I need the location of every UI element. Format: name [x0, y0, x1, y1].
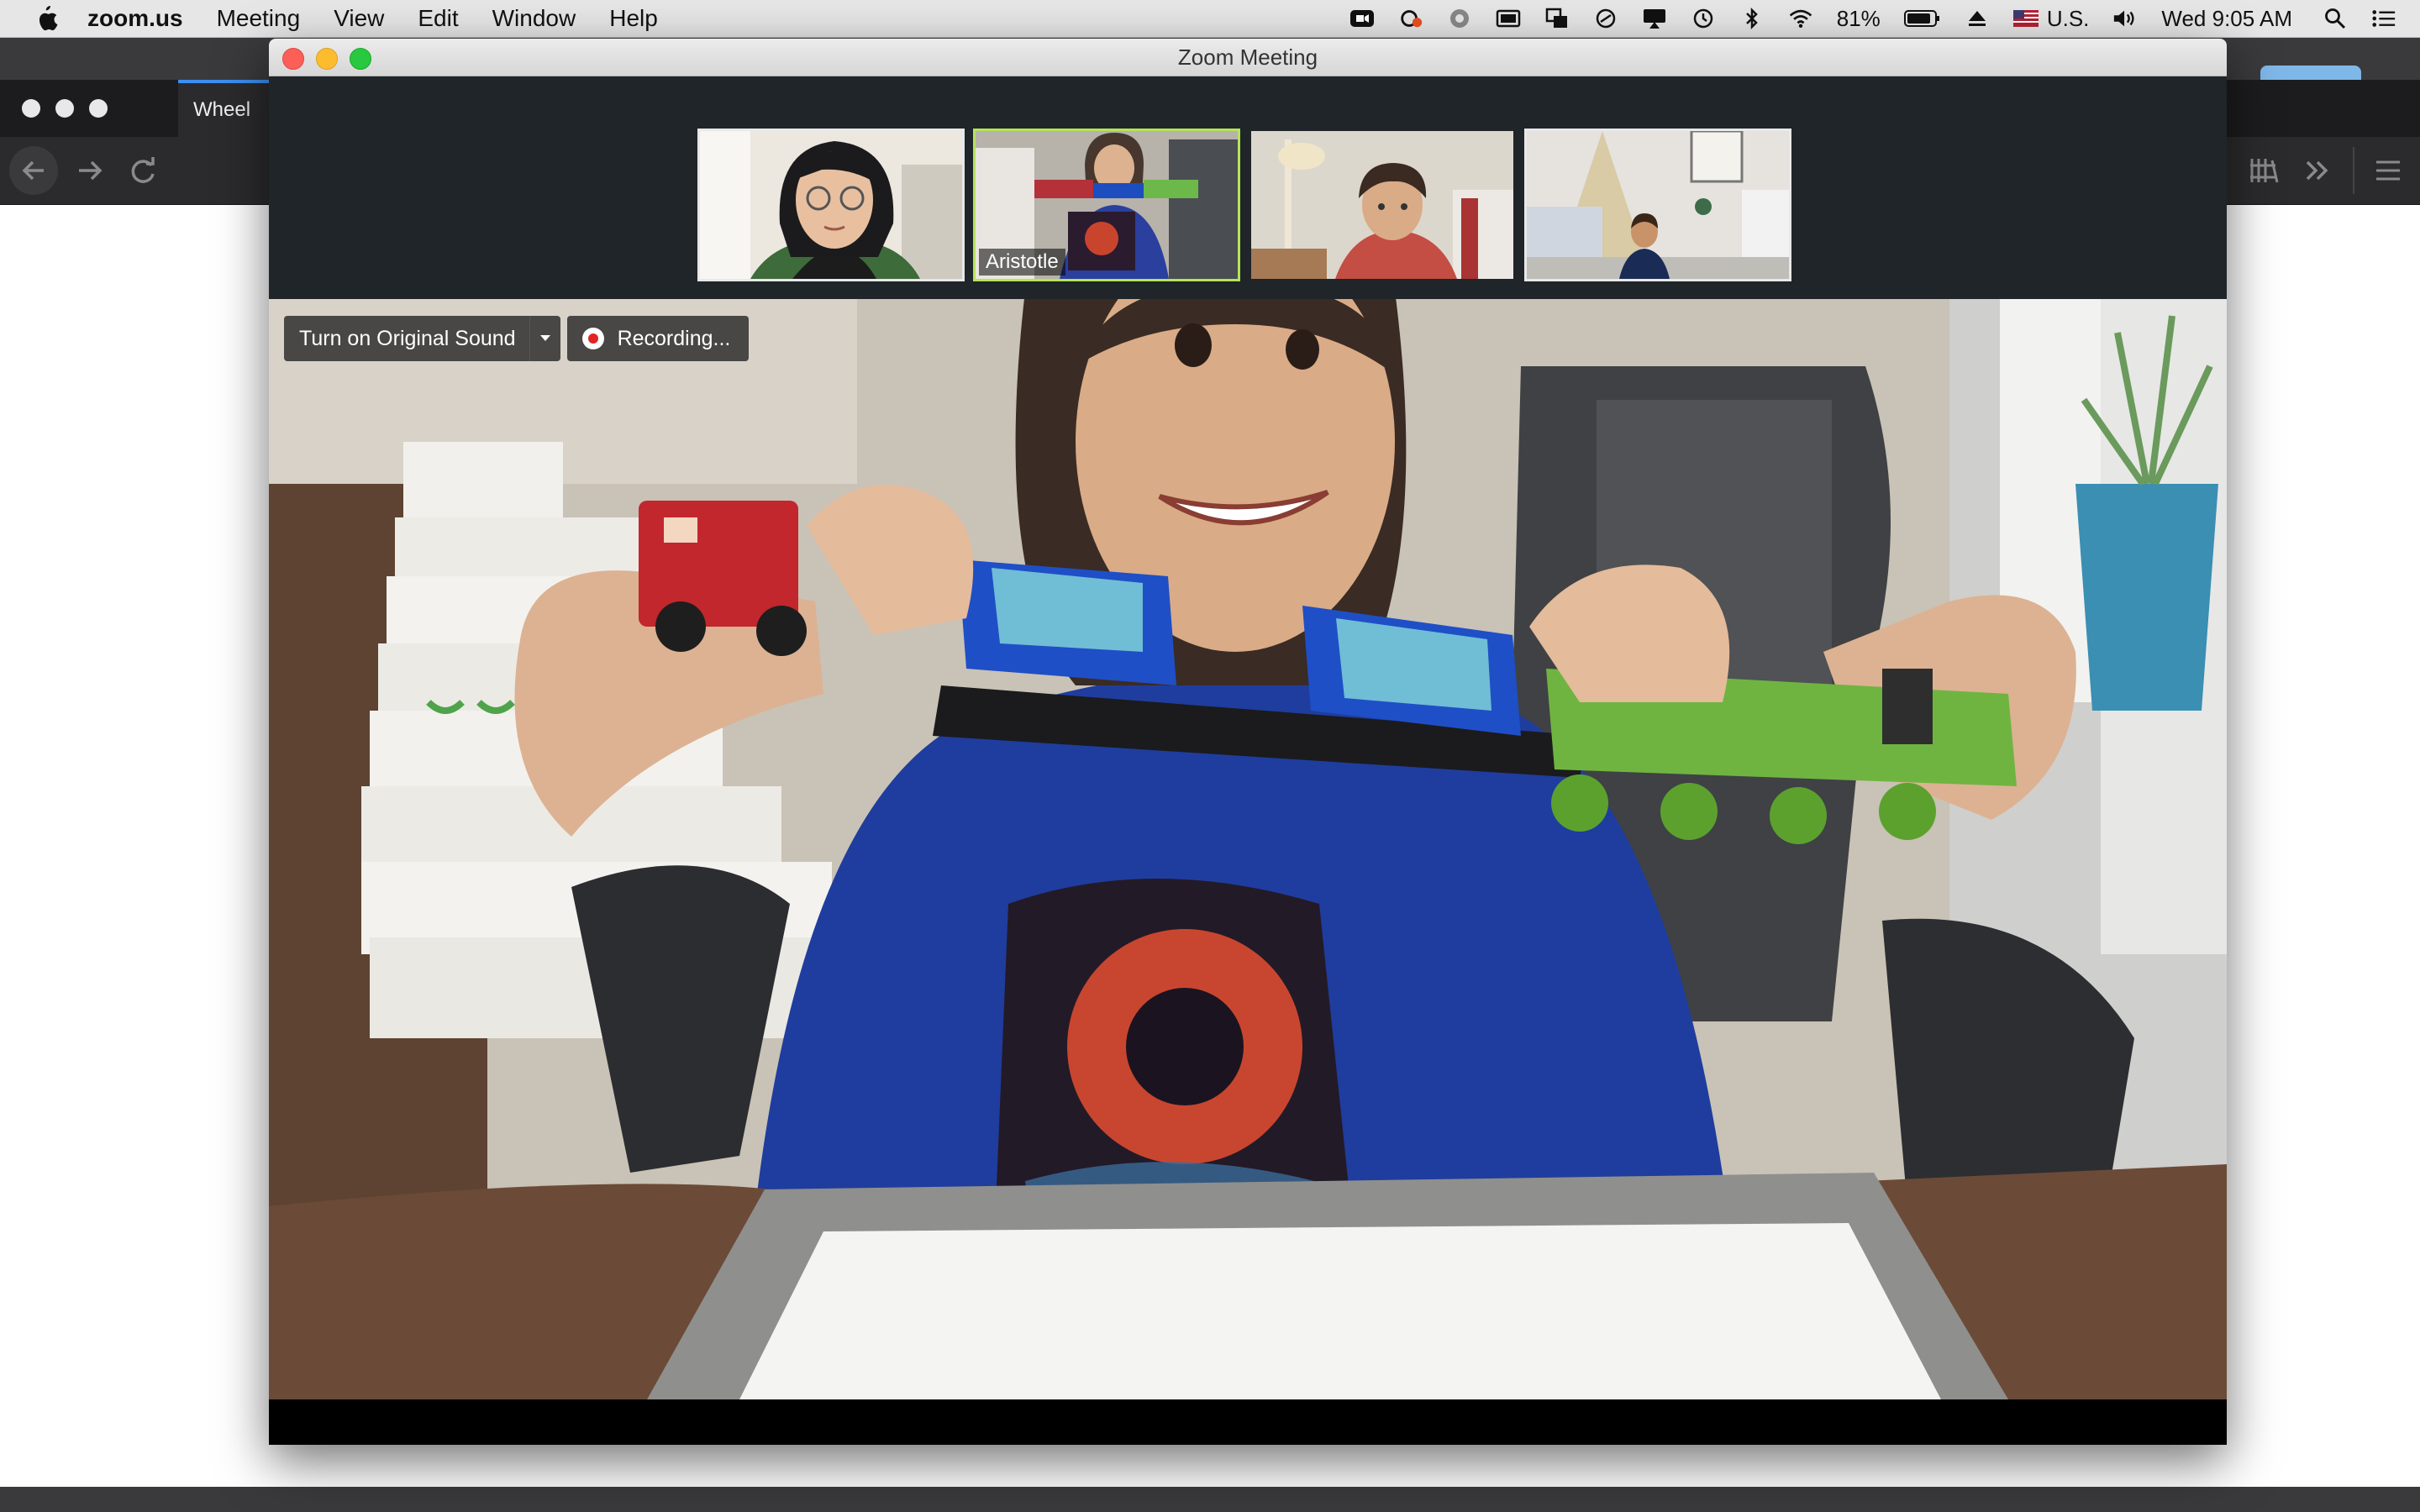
recording-status-button[interactable]: Recording... [566, 316, 750, 361]
participant-thumbnail-2-active[interactable]: Aristotle [973, 129, 1240, 281]
overflow-chevron-icon[interactable] [2302, 155, 2333, 186]
menu-edit[interactable]: Edit [418, 5, 458, 32]
hamburger-menu-icon[interactable] [2373, 155, 2403, 186]
app-menu-zoom[interactable]: zoom.us [87, 5, 183, 32]
participant-thumbnail-1[interactable] [697, 129, 965, 281]
toolbar-divider [2353, 147, 2354, 194]
zoom-camera-icon[interactable] [1349, 7, 1375, 30]
back-arrow-icon[interactable] [8, 145, 59, 196]
browser-minimize-button[interactable] [55, 99, 74, 118]
original-sound-dropdown-button[interactable] [529, 316, 560, 361]
status-menu-area: 81% U.S. Wed 9:05 AM [1349, 0, 2420, 37]
main-video-frame [269, 299, 2227, 1399]
input-source-label[interactable]: U.S. [2047, 6, 2090, 32]
participant-strip: Aristotle [269, 76, 2227, 299]
zoom-titlebar: Zoom Meeting [269, 39, 2227, 76]
volume-icon[interactable] [2112, 7, 2138, 30]
browser-tab-label: Wheel [193, 98, 251, 121]
library-icon[interactable] [2249, 155, 2281, 186]
window-title: Zoom Meeting [1177, 45, 1318, 70]
active-speaker-name-label: Aristotle [979, 249, 1065, 276]
turn-on-original-sound-button[interactable]: Turn on Original Sound [284, 316, 529, 361]
spotlight-search-icon[interactable] [2323, 7, 2348, 30]
browser-tab[interactable]: Wheel [178, 80, 271, 137]
globe-icon[interactable] [1447, 7, 1472, 30]
battery-icon[interactable] [1903, 7, 1941, 30]
participant-video-4 [1527, 131, 1789, 279]
wifi-icon[interactable] [1788, 7, 1813, 30]
notification-center-icon[interactable] [2371, 7, 2396, 30]
menu-meeting[interactable]: Meeting [217, 5, 301, 32]
main-speaker-video[interactable] [269, 299, 2227, 1399]
browser-close-button[interactable] [22, 99, 40, 118]
reload-icon[interactable] [128, 155, 158, 186]
menu-bar: zoom.us Meeting View Edit Window Help 81… [0, 0, 2420, 38]
airplay-icon[interactable] [1642, 7, 1667, 30]
recording-dot-icon [581, 328, 604, 349]
display-icon[interactable] [1496, 7, 1521, 30]
caret-down-icon [539, 335, 550, 341]
menu-clock[interactable]: Wed 9:05 AM [2161, 6, 2292, 32]
eject-icon[interactable] [1965, 7, 1990, 30]
menu-help[interactable]: Help [609, 5, 658, 32]
us-flag-icon[interactable] [2012, 7, 2039, 30]
bluetooth-icon[interactable] [1739, 7, 1765, 30]
apple-menu-icon[interactable] [34, 4, 59, 33]
table-with-device [269, 1164, 2227, 1399]
participant-video-1 [700, 131, 962, 279]
menu-window[interactable]: Window [492, 5, 576, 32]
participant-video-3 [1251, 131, 1513, 279]
video-overlay-controls: Turn on Original Sound Recording... [284, 316, 750, 361]
browser-zoom-button[interactable] [89, 99, 108, 118]
participant-thumbnail-3[interactable] [1249, 129, 1516, 281]
menu-view[interactable]: View [334, 5, 384, 32]
meeting-bottom-bar [269, 1399, 2227, 1445]
time-machine-icon[interactable] [1691, 7, 1716, 30]
participant-thumbnail-4[interactable] [1524, 129, 1791, 281]
battery-percentage: 81% [1836, 5, 1881, 31]
forward-arrow-icon[interactable] [74, 154, 108, 187]
window-manager-icon[interactable] [1544, 7, 1570, 30]
recording-label: Recording... [617, 326, 731, 350]
zoom-meeting-window: Zoom Meeting Aristotle Turn on Original … [269, 39, 2227, 1445]
creative-cloud-icon[interactable] [1398, 7, 1423, 30]
speed-icon[interactable] [1593, 7, 1618, 30]
original-sound-label: Turn on Original Sound [299, 326, 516, 350]
